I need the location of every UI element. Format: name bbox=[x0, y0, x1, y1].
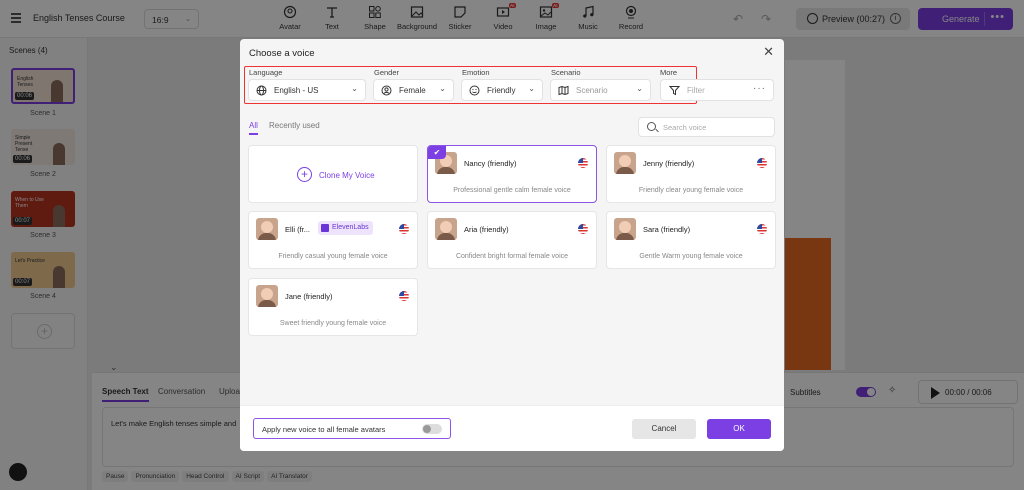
apply-to-all-toggle[interactable] bbox=[422, 424, 442, 434]
elevenlabs-badge: ElevenLabs bbox=[318, 221, 373, 235]
apply-to-all-label: Apply new voice to all female avatars bbox=[262, 425, 386, 434]
us-flag-icon bbox=[399, 291, 409, 301]
globe-icon bbox=[256, 85, 267, 96]
more-label: More bbox=[660, 68, 678, 77]
voice-card-jenny[interactable]: Jenny (friendly) Friendly clear young fe… bbox=[606, 145, 776, 203]
clone-my-voice-label: Clone My Voice bbox=[319, 171, 375, 180]
voice-avatar bbox=[256, 218, 278, 240]
language-select[interactable]: English - US ⌄ bbox=[248, 79, 366, 101]
filter-placeholder: Filter bbox=[687, 86, 705, 95]
chevron-down-icon: ⌄ bbox=[528, 84, 535, 93]
voice-card-sara[interactable]: Sara (friendly) Gentle Warm young female… bbox=[606, 211, 776, 269]
voice-name: Sara (friendly) bbox=[643, 225, 691, 234]
search-icon bbox=[647, 122, 656, 131]
voice-card-nancy[interactable]: ✔ Nancy (friendly) Professional gentle c… bbox=[427, 145, 597, 203]
search-voice-input[interactable]: Search voice bbox=[638, 117, 775, 137]
tab-all[interactable]: All bbox=[249, 121, 258, 135]
language-label: Language bbox=[249, 68, 283, 77]
user-icon bbox=[381, 85, 392, 96]
map-icon bbox=[558, 85, 569, 96]
voice-description: Friendly casual young female voice bbox=[278, 253, 388, 260]
chevron-down-icon: ⌄ bbox=[439, 84, 446, 93]
scenario-select[interactable]: Scenario ⌄ bbox=[550, 79, 651, 101]
voice-description: Friendly clear young female voice bbox=[638, 187, 744, 194]
voice-avatar bbox=[614, 218, 636, 240]
voice-description: Confident bright formal female voice bbox=[455, 253, 569, 260]
us-flag-icon bbox=[757, 158, 767, 168]
check-icon: ✔ bbox=[428, 146, 446, 159]
voice-card-jane[interactable]: Jane (friendly) Sweet friendly young fem… bbox=[248, 278, 418, 336]
gender-label: Gender bbox=[374, 68, 400, 77]
voice-name: Jenny (friendly) bbox=[643, 159, 695, 168]
gender-select[interactable]: Female ⌄ bbox=[373, 79, 454, 101]
voice-description: Sweet friendly young female voice bbox=[279, 320, 387, 327]
cancel-button[interactable]: Cancel bbox=[632, 419, 696, 439]
chevron-down-icon: ⌄ bbox=[636, 84, 643, 93]
apply-to-all-option[interactable]: Apply new voice to all female avatars bbox=[253, 418, 451, 439]
voice-description: Professional gentle calm female voice bbox=[453, 187, 571, 194]
language-value: English - US bbox=[274, 86, 319, 95]
us-flag-icon bbox=[578, 224, 588, 234]
us-flag-icon bbox=[757, 224, 767, 234]
plus-circle-icon: + bbox=[297, 167, 312, 182]
emotion-value: Friendly bbox=[487, 86, 516, 95]
dialog-title: Choose a voice bbox=[249, 48, 315, 59]
choose-voice-dialog: Choose a voice ✕ Language English - US ⌄… bbox=[240, 39, 784, 451]
voice-description: Gentle Warm young female voice bbox=[639, 253, 743, 260]
filter-input[interactable]: Filter ··· bbox=[660, 79, 774, 101]
voice-avatar bbox=[435, 218, 457, 240]
close-icon[interactable]: ✕ bbox=[763, 44, 774, 60]
voice-avatar bbox=[256, 285, 278, 307]
search-placeholder: Search voice bbox=[663, 123, 707, 132]
us-flag-icon bbox=[399, 224, 409, 234]
thumbs-up-icon bbox=[321, 224, 329, 232]
smile-icon bbox=[469, 85, 480, 96]
ok-button[interactable]: OK bbox=[707, 419, 771, 439]
voice-name: Nancy (friendly) bbox=[464, 159, 517, 168]
voice-card-aria[interactable]: Aria (friendly) Confident bright formal … bbox=[427, 211, 597, 269]
dialog-footer: Apply new voice to all female avatars Ca… bbox=[240, 405, 784, 451]
gender-value: Female bbox=[399, 86, 426, 95]
tab-recently-used[interactable]: Recently used bbox=[269, 121, 320, 130]
clone-my-voice-card[interactable]: + Clone My Voice bbox=[248, 145, 418, 203]
scenario-label: Scenario bbox=[551, 68, 581, 77]
filter-icon bbox=[668, 85, 681, 98]
scenario-value: Scenario bbox=[576, 86, 608, 95]
us-flag-icon bbox=[578, 158, 588, 168]
voice-card-elli[interactable]: Elli (fr... ElevenLabs Friendly casual y… bbox=[248, 211, 418, 269]
emotion-label: Emotion bbox=[462, 68, 490, 77]
voice-name: Elli (fr... bbox=[285, 225, 311, 234]
chevron-down-icon: ⌄ bbox=[351, 84, 358, 93]
emotion-select[interactable]: Friendly ⌄ bbox=[461, 79, 543, 101]
more-icon[interactable]: ··· bbox=[753, 83, 766, 94]
voice-name: Jane (friendly) bbox=[285, 292, 333, 301]
voice-avatar bbox=[614, 152, 636, 174]
badge-label: ElevenLabs bbox=[332, 224, 369, 231]
voice-name: Aria (friendly) bbox=[464, 225, 509, 234]
